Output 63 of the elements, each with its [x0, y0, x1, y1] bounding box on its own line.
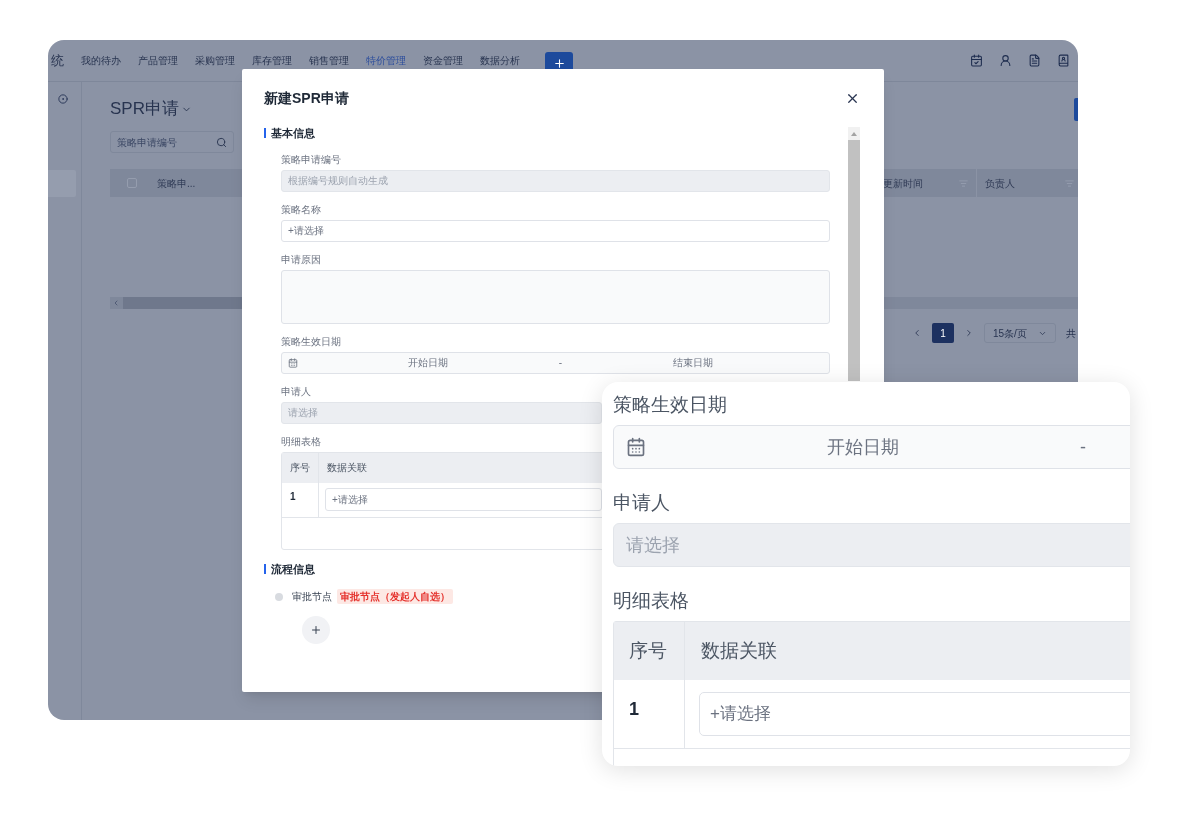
- column-header: 数据关联: [701, 638, 777, 663]
- document-icon[interactable]: [1028, 54, 1041, 67]
- row-number: 1: [629, 699, 639, 719]
- column-header: 数据关联: [327, 461, 367, 475]
- page-title: SPR申请: [110, 98, 179, 121]
- search-field[interactable]: 策略申请编号: [110, 131, 234, 153]
- total-count: 共: [1066, 326, 1076, 341]
- scroll-left-icon[interactable]: [112, 299, 120, 307]
- vertical-scrollbar[interactable]: [848, 127, 860, 381]
- column-header: 策略申...: [157, 176, 196, 191]
- close-icon[interactable]: [845, 91, 860, 106]
- date-range-field[interactable]: 开始日期 -: [613, 425, 1130, 469]
- start-date-placeholder: 开始日期: [827, 435, 899, 459]
- select-field[interactable]: +请选择: [699, 692, 1130, 736]
- user-icon[interactable]: [999, 54, 1012, 67]
- nav-tab[interactable]: 资金管理: [423, 53, 463, 68]
- contact-book-icon[interactable]: [1057, 54, 1070, 67]
- page-size-select[interactable]: 15条/页: [984, 323, 1056, 343]
- nav-tab[interactable]: 销售管理: [309, 53, 349, 68]
- calendar-check-icon[interactable]: [970, 54, 983, 67]
- field-label: 策略名称: [281, 203, 321, 215]
- field-label: 策略申请编号: [281, 153, 341, 165]
- node-tag: 审批节点（发起人自选）: [337, 589, 453, 604]
- column-header: 序号: [629, 638, 667, 663]
- date-separator: -: [558, 356, 563, 370]
- column-header: 序号: [290, 461, 310, 475]
- select-field[interactable]: +请选择: [281, 219, 830, 242]
- dialog-title: 新建SPR申请: [264, 89, 349, 108]
- column-header: 更新时间: [883, 176, 923, 191]
- field-label: 策略生效日期: [613, 394, 727, 415]
- next-page-icon[interactable]: [964, 328, 974, 338]
- column-header: 负责人: [985, 176, 1015, 191]
- section-title: 基本信息: [271, 126, 315, 141]
- nav-tab[interactable]: 采购管理: [195, 53, 235, 68]
- app-title: 统: [51, 51, 64, 70]
- nav-tab[interactable]: 我的待办: [81, 53, 121, 68]
- plus-icon: [310, 624, 322, 636]
- calendar-icon: [288, 357, 298, 368]
- nav-tab[interactable]: 产品管理: [138, 53, 178, 68]
- section-title: 流程信息: [271, 561, 315, 577]
- page-button[interactable]: 1: [932, 323, 954, 343]
- field-label: 明细表格: [281, 435, 321, 447]
- node-label: 审批节点: [292, 590, 332, 604]
- start-date-placeholder: 开始日期: [408, 356, 449, 370]
- row-number: 1: [290, 490, 296, 502]
- circle-dot-icon[interactable]: [58, 94, 68, 104]
- date-separator: -: [1080, 435, 1086, 459]
- add-node-button[interactable]: [302, 616, 330, 644]
- previous-page-icon[interactable]: [912, 328, 922, 338]
- nav-tab[interactable]: 库存管理: [252, 53, 292, 68]
- field-label: 明细表格: [613, 590, 689, 611]
- field-label: 申请人: [613, 492, 670, 513]
- field-label: 申请原因: [281, 253, 321, 265]
- select-field[interactable]: +请选择: [325, 488, 602, 511]
- nav-tab[interactable]: 数据分析: [480, 53, 520, 68]
- date-range-field[interactable]: 开始日期 - 结束日期: [281, 351, 830, 374]
- field-label: 申请人: [281, 385, 311, 397]
- nav-tab[interactable]: 特价管理: [366, 53, 406, 68]
- primary-button[interactable]: [1074, 97, 1078, 121]
- end-date-placeholder: 结束日期: [672, 356, 713, 370]
- calendar-icon: [626, 437, 646, 457]
- search-icon[interactable]: [216, 136, 227, 148]
- field-label: 策略生效日期: [281, 335, 341, 347]
